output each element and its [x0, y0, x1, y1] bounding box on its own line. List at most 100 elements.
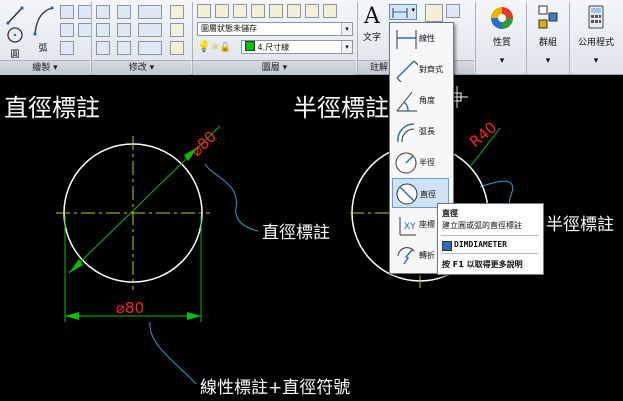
- menu-item-label: 角度: [419, 96, 435, 105]
- arrowhead: [65, 312, 79, 320]
- separator: [441, 235, 539, 236]
- array-tool[interactable]: [138, 41, 162, 55]
- callout-left: 直徑標註: [262, 223, 330, 243]
- menu-item-aligned[interactable]: 對齊式: [392, 54, 449, 84]
- linear-dimension-icon: [392, 8, 408, 18]
- layer-tool-6[interactable]: [287, 4, 301, 18]
- erase-tool[interactable]: [170, 5, 184, 19]
- text-label: 文字: [362, 33, 381, 43]
- layers-panel-bar[interactable]: 圖層 ▾: [193, 60, 356, 75]
- draw-panel-title: 繪製: [32, 63, 51, 73]
- arc-icon: [33, 6, 54, 36]
- utilities-button[interactable]: 公用程式 ▾: [571, 4, 621, 66]
- circle-button[interactable]: 圓: [4, 26, 26, 60]
- layer-color-swatch: [245, 41, 255, 51]
- angular-dimension-icon: [396, 91, 417, 112]
- callout-right: 半徑標註: [546, 215, 614, 235]
- heading-right: 半徑標註: [293, 94, 389, 122]
- rectangle-tool[interactable]: [60, 5, 74, 19]
- layer-tool-3[interactable]: [233, 4, 247, 18]
- diameter-dimension-icon: [396, 183, 418, 205]
- fillet-tool[interactable]: [138, 23, 162, 37]
- scale-tool[interactable]: [117, 41, 131, 55]
- text-icon: A: [364, 4, 380, 29]
- menu-item-arc-length[interactable]: 弧長: [392, 116, 449, 146]
- heading-left: 直徑標註: [4, 94, 100, 122]
- groups-button[interactable]: 群組 ▾: [529, 4, 567, 66]
- table-tool[interactable]: [446, 4, 460, 18]
- lightbulb-icon: 💡: [197, 40, 211, 53]
- group-icon: [538, 5, 558, 29]
- menu-item-label: 半徑: [419, 158, 435, 167]
- arc-button[interactable]: 弧: [32, 4, 54, 54]
- polygon-tool[interactable]: [78, 5, 92, 19]
- chevron-down-icon: ▾: [593, 56, 599, 66]
- groups-label: 群組: [538, 38, 557, 48]
- menu-item-label: 轉折: [419, 251, 435, 260]
- separator: [475, 2, 476, 74]
- layer-tool-5[interactable]: [269, 4, 283, 18]
- arc-length-icon: [397, 123, 415, 143]
- circle-label: 圓: [10, 50, 20, 60]
- chevron-down-icon: ▾: [545, 56, 551, 66]
- sun-icon: ☼: [210, 42, 220, 53]
- modify-panel-arrow: ▾: [149, 63, 155, 73]
- menu-item-label: 座標: [419, 220, 435, 229]
- jogged-dimension-icon: [397, 247, 415, 265]
- hatch-tool[interactable]: [60, 41, 74, 55]
- draw-panel-arrow: ▾: [53, 63, 58, 73]
- ordinate-dimension-icon: XY: [399, 217, 416, 236]
- chevron-down-icon: ▾: [341, 23, 352, 35]
- region-tool[interactable]: [78, 23, 92, 37]
- arc-label: 弧: [38, 44, 48, 54]
- mirror-tool[interactable]: [117, 23, 131, 37]
- copy-tool[interactable]: [96, 23, 110, 37]
- separator: [569, 2, 570, 74]
- modify-panel-title: 修改: [128, 63, 147, 73]
- layer-tool-2[interactable]: [215, 4, 229, 18]
- rotate-tool[interactable]: [117, 5, 131, 19]
- layer-tool-8[interactable]: [323, 4, 337, 18]
- explode-tool[interactable]: [170, 23, 184, 37]
- layers-panel-title: 圖層: [261, 63, 280, 73]
- lock-icon: 🔓: [219, 43, 231, 53]
- layer-state-combo[interactable]: 圖層狀態未儲存 ▾: [197, 22, 353, 36]
- linear-dim-text: ⌀80: [116, 299, 144, 317]
- leader-tool[interactable]: [425, 4, 443, 22]
- modify-panel-bar[interactable]: 修改 ▾: [92, 60, 191, 75]
- arrowhead: [187, 312, 201, 320]
- layers-panel-arrow: ▾: [282, 63, 288, 73]
- aligned-dimension-icon: [396, 60, 418, 82]
- radius-dimension-icon: [395, 152, 417, 174]
- tooltip-command: DIMDIAMETER: [454, 240, 507, 249]
- utilities-label: 公用程式: [577, 38, 614, 48]
- ellipse-tool[interactable]: [60, 23, 74, 37]
- chevron-down-icon: ▾: [499, 56, 505, 66]
- separator: [526, 2, 527, 74]
- command-tooltip: 直徑 建立圓或弧的直徑標註 DIMDIAMETER 按 F1 以取得更多說明: [437, 203, 544, 275]
- properties-button[interactable]: 性質 ▾: [480, 4, 524, 66]
- linear-dimension-icon: [396, 30, 417, 49]
- tooltip-title: 直徑: [442, 209, 458, 218]
- stretch-tool[interactable]: [96, 41, 110, 55]
- radius-dim-text: R40: [466, 118, 500, 151]
- offset-tool[interactable]: [170, 41, 184, 55]
- layer-state-value: 圖層狀態未儲存: [201, 24, 257, 33]
- layer-tool-7[interactable]: [305, 4, 319, 18]
- chevron-down-icon: ▾: [411, 6, 415, 14]
- menu-item-radius[interactable]: 半徑: [392, 147, 449, 177]
- leader-left: [204, 163, 259, 232]
- menu-item-angular[interactable]: 角度: [392, 85, 449, 115]
- dimension-button[interactable]: ▾: [389, 4, 417, 20]
- circle-icon: [7, 27, 23, 43]
- trim-tool[interactable]: [138, 5, 162, 19]
- menu-item-label: 對齊式: [419, 65, 443, 74]
- text-button[interactable]: A 文字: [360, 4, 384, 43]
- layer-tool-4[interactable]: [251, 4, 265, 18]
- menu-item-linear[interactable]: 線性: [392, 23, 449, 53]
- layer-combo[interactable]: 4.尺寸線 ▾: [241, 40, 353, 54]
- annotation-panel-title: 註解: [370, 63, 389, 73]
- move-tool[interactable]: [96, 5, 110, 19]
- layer-properties-button[interactable]: [197, 4, 211, 18]
- draw-panel-bar[interactable]: 繪製 ▾: [0, 60, 90, 75]
